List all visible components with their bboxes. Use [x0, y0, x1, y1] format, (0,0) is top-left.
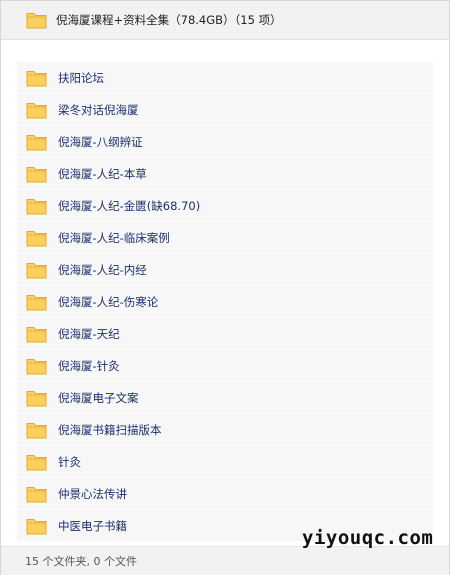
- status-text: 15 个文件夹, 0 个文件: [25, 555, 137, 568]
- folder-name[interactable]: 中医电子书籍: [58, 518, 127, 534]
- folder-name[interactable]: 倪海厦-八纲辨证: [58, 134, 143, 150]
- folder-row[interactable]: 倪海厦书籍扫描版本: [17, 414, 433, 445]
- folder-row[interactable]: 倪海厦-天纪: [17, 318, 433, 349]
- folder-row[interactable]: 针灸: [17, 446, 433, 477]
- folder-row[interactable]: 倪海厦-人纪-临床案例: [17, 222, 433, 253]
- folder-icon: [26, 70, 47, 86]
- folder-row[interactable]: 扶阳论坛: [17, 62, 433, 93]
- folder-icon: [26, 454, 47, 470]
- folder-row[interactable]: 梁冬对话倪海厦: [17, 94, 433, 125]
- folder-row[interactable]: 倪海厦-人纪-金匮(缺68.70): [17, 190, 433, 221]
- folder-icon: [26, 486, 47, 502]
- folder-name[interactable]: 扶阳论坛: [58, 70, 104, 86]
- folder-name[interactable]: 倪海厦-人纪-内经: [58, 262, 147, 278]
- folder-row[interactable]: 倪海厦电子文案: [17, 382, 433, 413]
- watermark: yiyouqc.com: [302, 527, 434, 549]
- status-bar: 15 个文件夹, 0 个文件: [1, 546, 449, 575]
- folder-icon: [26, 230, 47, 246]
- folder-icon: [26, 262, 47, 278]
- folder-icon: [26, 294, 47, 310]
- folder-icon: [26, 422, 47, 438]
- share-window: 倪海厦课程+资料全集（78.4GB）（15 项） 扶阳论坛 梁冬对话倪海厦 倪海厦-…: [0, 0, 450, 575]
- folder-row[interactable]: 倪海厦-针灸: [17, 350, 433, 381]
- folder-icon: [26, 166, 47, 182]
- folder-row[interactable]: 仲景心法传讲: [17, 478, 433, 509]
- folder-name[interactable]: 仲景心法传讲: [58, 486, 127, 502]
- folder-icon: [26, 326, 47, 342]
- folder-icon: [26, 102, 47, 118]
- folder-icon: [26, 390, 47, 406]
- folder-row[interactable]: 倪海厦-人纪-内经: [17, 254, 433, 285]
- folder-row[interactable]: 倪海厦-八纲辨证: [17, 126, 433, 157]
- folder-name[interactable]: 倪海厦-人纪-临床案例: [58, 230, 170, 246]
- folder-icon: [26, 198, 47, 214]
- folder-list: 扶阳论坛梁冬对话倪海厦 倪海厦-八纲辨证 倪海厦-人纪-本草倪海厦-人纪-金匮(缺6…: [17, 62, 433, 542]
- folder-name[interactable]: 倪海厦-人纪-本草: [58, 166, 147, 182]
- folder-row[interactable]: 倪海厦-人纪-本草: [17, 158, 433, 189]
- folder-name[interactable]: 倪海厦-天纪: [58, 326, 120, 342]
- folder-name[interactable]: 倪海厦-人纪-金匮(缺68.70): [58, 198, 200, 214]
- folder-name[interactable]: 倪海厦-针灸: [58, 358, 120, 374]
- folder-name[interactable]: 针灸: [58, 454, 81, 470]
- folder-icon: [26, 134, 47, 150]
- folder-icon: [26, 358, 47, 374]
- folder-row[interactable]: 倪海厦-人纪-伤寒论: [17, 286, 433, 317]
- folder-icon: [26, 13, 47, 29]
- folder-icon: [26, 518, 47, 534]
- folder-name[interactable]: 倪海厦电子文案: [58, 390, 139, 406]
- page-title: 倪海厦课程+资料全集（78.4GB）（15 项）: [56, 13, 282, 27]
- folder-name[interactable]: 倪海厦书籍扫描版本: [58, 422, 162, 438]
- folder-name[interactable]: 梁冬对话倪海厦: [58, 102, 139, 118]
- folder-name[interactable]: 倪海厦-人纪-伤寒论: [58, 294, 158, 310]
- header-bar: 倪海厦课程+资料全集（78.4GB）（15 项）: [1, 1, 449, 40]
